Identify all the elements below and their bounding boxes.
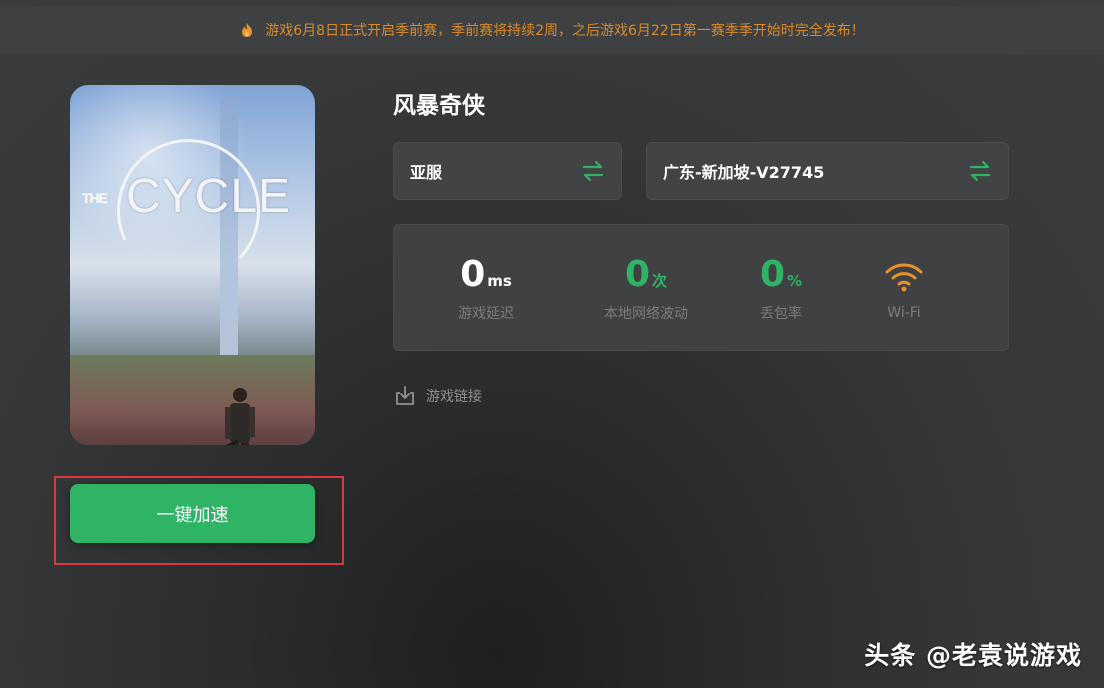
download-icon <box>396 386 414 405</box>
logo-text-cycle: CYCLE <box>126 170 292 223</box>
jitter-value: 0 <box>624 254 651 295</box>
announcement-bar: 游戏6月8日正式开启季前赛，季前赛将持续2周，之后游戏6月22日第一赛季季开始时… <box>0 6 1104 54</box>
game-link[interactable]: 游戏链接 <box>394 385 482 407</box>
packet-loss-label: 丢包率 <box>760 306 802 322</box>
game-cover-image: THE CYCLE <box>70 85 315 445</box>
node-select[interactable]: 广东-新加坡-V27745 <box>646 142 1009 200</box>
connection-label: Wi-Fi <box>887 305 921 321</box>
packet-loss-value: 0 <box>759 254 786 295</box>
latency-unit: ms <box>487 272 512 290</box>
latency-value: 0 <box>460 254 486 295</box>
jitter-unit: 次 <box>652 272 668 290</box>
stat-packet-loss: 0% 丢包率 <box>756 253 806 323</box>
stat-connection: Wi-Fi <box>879 253 929 321</box>
fire-icon <box>242 23 253 37</box>
watermark: 头条 @老袁说游戏 <box>864 641 1082 670</box>
announcement-text: 游戏6月8日正式开启季前赛，季前赛将持续2周，之后游戏6月22日第一赛季季开始时… <box>265 23 865 39</box>
node-select-value: 广东-新加坡-V27745 <box>663 163 825 182</box>
swap-arrows-icon[interactable] <box>968 160 992 182</box>
logo-text-the: THE <box>82 190 108 206</box>
jitter-label: 本地网络波动 <box>604 306 688 322</box>
wifi-icon <box>885 263 923 292</box>
packet-loss-unit: % <box>787 272 803 290</box>
soldier-figure <box>220 388 255 445</box>
game-title: 风暴奇侠 <box>393 93 485 119</box>
latency-label: 游戏延迟 <box>458 306 514 322</box>
region-select[interactable]: 亚服 <box>393 142 622 200</box>
network-stats-panel: 0 ms 游戏延迟 0次 本地网络波动 0% 丢包率 Wi-Fi <box>393 224 1009 351</box>
one-click-accelerate-button[interactable]: 一键加速 <box>70 484 315 543</box>
stat-jitter: 0次 本地网络波动 <box>596 253 696 323</box>
swap-arrows-icon[interactable] <box>581 160 605 182</box>
stat-latency: 0 ms 游戏延迟 <box>449 253 523 323</box>
region-select-value: 亚服 <box>410 163 443 182</box>
game-link-label: 游戏链接 <box>426 389 482 405</box>
